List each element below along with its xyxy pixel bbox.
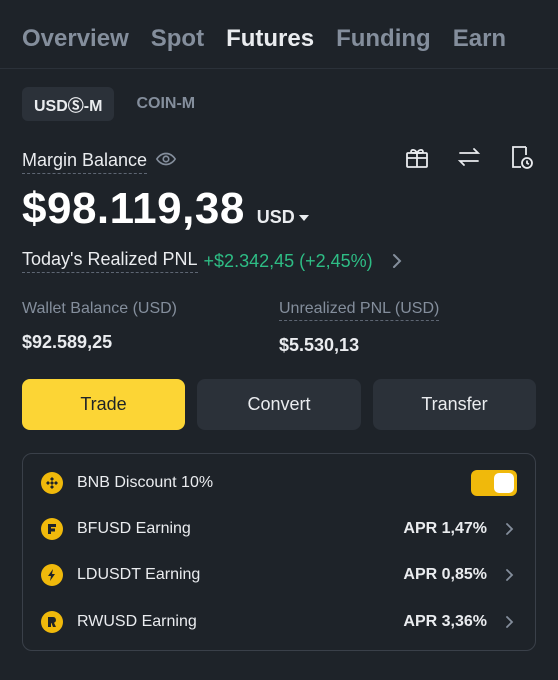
eye-icon[interactable]: [155, 148, 177, 175]
chevron-right-icon[interactable]: [387, 251, 407, 271]
convert-button[interactable]: Convert: [197, 379, 361, 430]
bnb-discount-toggle[interactable]: [471, 470, 517, 496]
earning-row-rwusd[interactable]: RWUSD Earning APR 3,36%: [41, 607, 517, 637]
tab-futures[interactable]: Futures: [226, 25, 314, 53]
earning-label: LDUSDT Earning: [77, 566, 201, 583]
wallet-balance-value: $92.589,25: [22, 332, 113, 352]
tab-overview[interactable]: Overview: [22, 25, 129, 53]
bfusd-icon: [41, 518, 63, 540]
wallet-balance-block: Wallet Balance (USD) $92.589,25: [22, 300, 177, 353]
history-icon[interactable]: [508, 144, 534, 175]
chevron-right-icon[interactable]: [501, 614, 517, 630]
caret-down-icon: [298, 214, 309, 221]
apr-value: APR 3,36%: [403, 613, 487, 630]
tab-funding[interactable]: Funding: [336, 25, 431, 53]
wallet-balance-label: Wallet Balance (USD): [22, 300, 178, 317]
gift-icon[interactable]: [404, 144, 430, 175]
rwusd-icon: [41, 611, 63, 633]
realized-pnl-row[interactable]: Today's Realized PNL +$2.342,45 (+2,45%): [22, 249, 407, 273]
tab-spot[interactable]: Spot: [151, 25, 204, 53]
tabs-divider: [0, 68, 558, 69]
unrealized-pnl-value: $5.530,13: [279, 335, 360, 355]
balance-actions: [404, 144, 534, 175]
unrealized-pnl-label[interactable]: Unrealized PNL (USD): [279, 300, 440, 321]
ldusdt-icon: [41, 564, 63, 586]
earning-card: BNB Discount 10% BFUSD Earning APR 1,47%…: [22, 453, 536, 651]
margin-balance-value: $98.119,38: [22, 184, 245, 233]
toggle-knob: [494, 473, 514, 493]
sub-tabs: USDⓈ-M COIN-M: [22, 87, 195, 121]
bnb-icon: [41, 472, 63, 494]
earning-label: BFUSD Earning: [77, 520, 191, 537]
subtab-usds-m[interactable]: USDⓈ-M: [22, 87, 115, 121]
bnb-discount-label: BNB Discount 10%: [77, 474, 214, 491]
subtab-coin-m[interactable]: COIN-M: [136, 95, 195, 113]
currency-label: USD: [256, 207, 295, 227]
apr-value: APR 1,47%: [403, 520, 487, 537]
earning-row-bfusd[interactable]: BFUSD Earning APR 1,47%: [41, 514, 517, 544]
top-tabs: Overview Spot Futures Funding Earn: [22, 22, 506, 56]
realized-pnl-label: Today's Realized PNL: [22, 249, 198, 273]
margin-balance-value-row: $98.119,38 USD: [22, 184, 309, 234]
apr-value: APR 0,85%: [403, 566, 487, 583]
unrealized-pnl-block: Unrealized PNL (USD) $5.530,13: [279, 300, 440, 356]
tab-earn[interactable]: Earn: [453, 25, 506, 53]
swap-arrows-icon[interactable]: [456, 144, 482, 175]
margin-balance-header: Margin Balance: [22, 148, 177, 175]
chevron-right-icon[interactable]: [501, 521, 517, 537]
earning-label: RWUSD Earning: [77, 613, 197, 630]
bnb-discount-row: BNB Discount 10%: [41, 468, 517, 498]
currency-selector[interactable]: USD: [257, 207, 309, 228]
earning-row-ldusdt[interactable]: LDUSDT Earning APR 0,85%: [41, 560, 517, 590]
trade-button[interactable]: Trade: [22, 379, 185, 430]
margin-balance-label[interactable]: Margin Balance: [22, 150, 148, 174]
chevron-right-icon[interactable]: [501, 567, 517, 583]
realized-pnl-value: +$2.342,45 (+2,45%): [203, 250, 373, 271]
transfer-button[interactable]: Transfer: [373, 379, 536, 430]
